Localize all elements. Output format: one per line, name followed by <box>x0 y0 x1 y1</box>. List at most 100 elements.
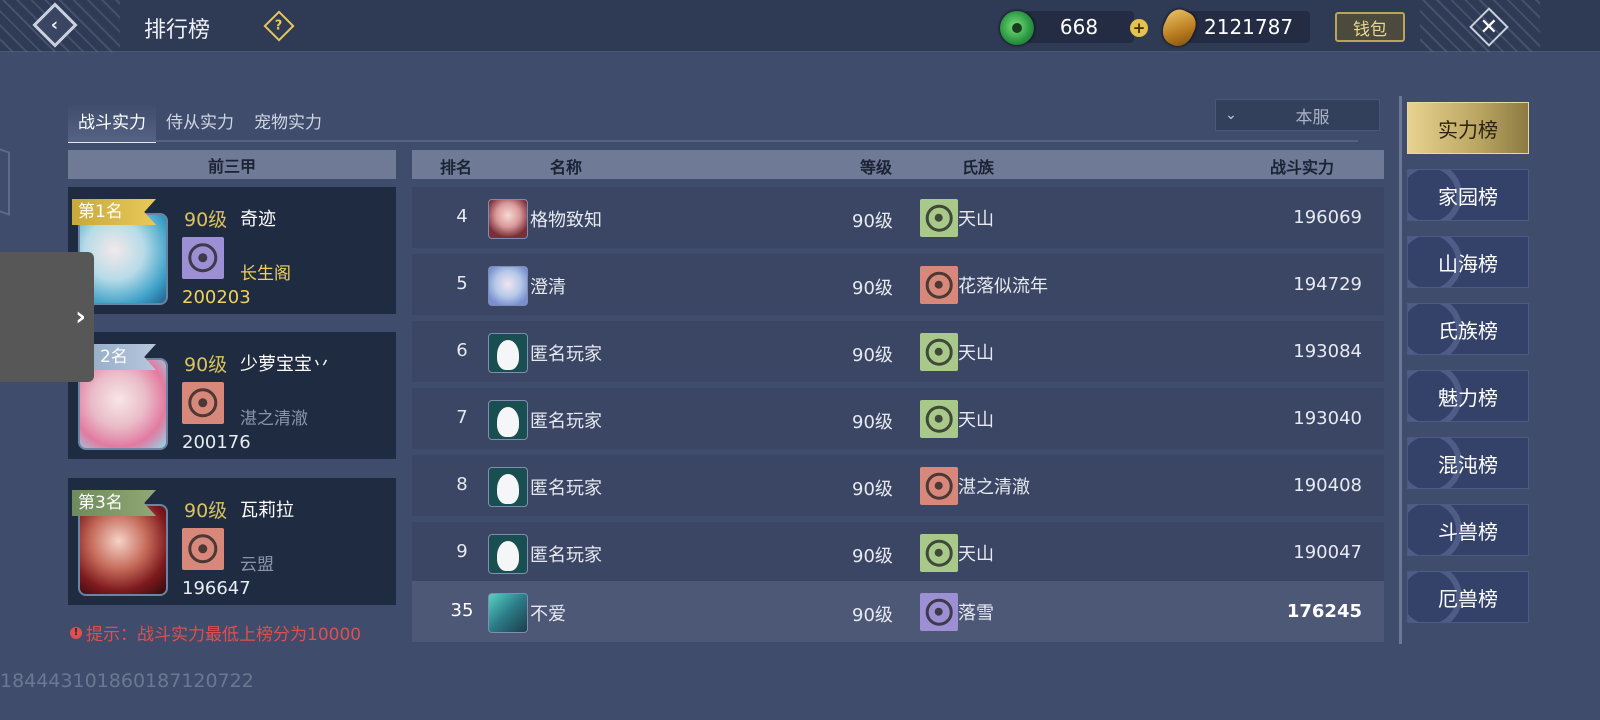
clan-badge-icon <box>920 333 958 371</box>
row-rank: 4 <box>456 206 468 227</box>
player-clan: 湛之清澈 <box>240 409 308 429</box>
side-nav-label: 山海榜 <box>1438 251 1498 276</box>
wallet-button[interactable]: 钱包 <box>1335 12 1405 42</box>
server-dropdown[interactable]: ⌄ 本服 <box>1215 99 1380 131</box>
player-name: 奇迹 <box>240 209 276 230</box>
player-level: 90级 <box>184 500 228 522</box>
row-name: 匿名玩家 <box>530 411 602 432</box>
tab-pet-power[interactable]: 宠物实力 <box>244 104 332 141</box>
side-nav-clan-rank[interactable]: 氏族榜 <box>1407 303 1529 355</box>
side-nav-power-rank[interactable]: 实力榜 <box>1407 102 1529 154</box>
table-row[interactable]: 5 澄清 90级 花落似流年 194729 <box>412 254 1384 315</box>
table-row[interactable]: 7 匿名玩家 90级 天山 193040 <box>412 388 1384 449</box>
row-rank: 35 <box>450 600 474 621</box>
clan-badge-icon <box>920 400 958 438</box>
side-nav-calamity-beast-rank[interactable]: 厄兽榜 <box>1407 571 1529 623</box>
column-header-name: 名称 <box>550 158 583 177</box>
side-drawer-toggle[interactable]: › <box>0 252 94 382</box>
clan-badge-icon <box>182 237 224 279</box>
row-clan: 湛之清澈 <box>958 477 1030 498</box>
row-level: 90级 <box>852 345 893 366</box>
player-power: 200176 <box>182 432 251 453</box>
column-header-power: 战斗实力 <box>1270 158 1335 177</box>
column-header-clan: 氏族 <box>962 158 995 177</box>
top3-card-2[interactable]: 2名 90级 少萝宝宝丷 湛之清澈 200176 <box>68 332 396 459</box>
jade-amount: 668 <box>1059 15 1099 39</box>
edge-decoration <box>0 143 10 217</box>
column-header-level: 等级 <box>860 158 893 177</box>
side-nav-label: 斗兽榜 <box>1438 519 1498 544</box>
player-avatar <box>488 266 528 306</box>
top3-header: 前三甲 <box>68 150 396 179</box>
top3-card-3[interactable]: 第3名 90级 瓦莉拉 云盟 196647 <box>68 478 396 605</box>
row-rank: 8 <box>456 474 468 495</box>
row-clan: 天山 <box>958 544 994 565</box>
row-level: 90级 <box>852 479 893 500</box>
side-nav-charm-rank[interactable]: 魅力榜 <box>1407 370 1529 422</box>
coin-amount: 2121787 <box>1204 15 1294 39</box>
back-button[interactable]: ‹ <box>30 2 80 48</box>
player-avatar <box>488 199 528 239</box>
tabs-divider <box>68 140 1358 142</box>
row-name: 匿名玩家 <box>530 545 602 566</box>
player-level: 90级 <box>184 209 228 231</box>
row-clan: 天山 <box>958 343 994 364</box>
side-nav-label: 厄兽榜 <box>1438 586 1498 611</box>
side-nav-chaos-rank[interactable]: 混沌榜 <box>1407 437 1529 489</box>
row-level: 90级 <box>852 211 893 232</box>
anonymous-avatar-icon <box>488 467 528 507</box>
tab-attendant-power[interactable]: 侍从实力 <box>156 104 244 141</box>
row-power: 193040 <box>1293 408 1362 429</box>
player-name: 瓦莉拉 <box>240 500 294 521</box>
top-bar: ‹ 排行榜 ? 668 + 2121787 钱包 ✕ <box>0 0 1600 52</box>
side-nav-home-rank[interactable]: 家园榜 <box>1407 169 1529 221</box>
clan-badge-icon <box>920 593 958 631</box>
add-currency-button[interactable]: + <box>1130 19 1148 37</box>
row-rank: 6 <box>456 340 468 361</box>
jade-icon <box>1000 11 1034 45</box>
player-level: 90级 <box>184 354 228 376</box>
player-power: 196647 <box>182 578 251 599</box>
side-nav-label: 家园榜 <box>1438 184 1498 209</box>
side-nav-divider <box>1399 96 1402 644</box>
row-rank: 9 <box>456 541 468 562</box>
row-name: 不爱 <box>530 604 566 625</box>
table-row[interactable]: 6 匿名玩家 90级 天山 193084 <box>412 321 1384 382</box>
question-icon: ? <box>275 18 283 34</box>
my-rank-row[interactable]: 35 不爱 90级 落雪 176245 <box>412 581 1384 642</box>
ranking-hint: ! 提示：战斗实力最低上榜分为10000 <box>70 620 361 645</box>
table-row[interactable]: 9 匿名玩家 90级 天山 190047 <box>412 522 1384 583</box>
row-rank: 5 <box>456 273 468 294</box>
help-button[interactable]: ? <box>263 10 295 42</box>
row-name: 格物致知 <box>530 210 602 231</box>
top3-card-1[interactable]: 第1名 90级 奇迹 长生阁 200203 <box>68 187 396 314</box>
tab-combat-power[interactable]: 战斗实力 <box>68 104 156 143</box>
anonymous-avatar-icon <box>488 400 528 440</box>
table-row[interactable]: 8 匿名玩家 90级 湛之清澈 190408 <box>412 455 1384 516</box>
player-clan: 云盟 <box>240 555 274 575</box>
rank-ribbon: 第1名 <box>72 199 156 225</box>
side-nav-beast-fight-rank[interactable]: 斗兽榜 <box>1407 504 1529 556</box>
row-level: 90级 <box>852 605 893 626</box>
clan-badge-icon <box>920 467 958 505</box>
row-level: 90级 <box>852 546 893 567</box>
row-power: 190047 <box>1293 542 1362 563</box>
server-dropdown-value: 本服 <box>1295 107 1330 128</box>
category-tabs: 战斗实力 侍从实力 宠物实力 <box>68 104 332 143</box>
clan-badge-icon <box>182 528 224 570</box>
close-button[interactable]: ✕ <box>1468 6 1510 48</box>
rank-ribbon: 第3名 <box>72 490 156 516</box>
ranking-hint-text: 提示：战斗实力最低上榜分为10000 <box>86 625 362 645</box>
table-row[interactable]: 4 格物致知 90级 天山 196069 <box>412 187 1384 248</box>
row-name: 匿名玩家 <box>530 478 602 499</box>
row-power: 176245 <box>1286 601 1362 622</box>
side-nav-shanhai-rank[interactable]: 山海榜 <box>1407 236 1529 288</box>
chevron-right-icon: › <box>75 302 86 332</box>
clan-badge-icon <box>182 382 224 424</box>
row-clan: 花落似流年 <box>958 276 1048 297</box>
row-clan: 天山 <box>958 410 994 431</box>
side-nav-label: 魅力榜 <box>1438 385 1498 410</box>
row-rank: 7 <box>456 407 468 428</box>
row-clan: 落雪 <box>958 603 994 624</box>
jade-currency: 668 <box>1024 11 1134 43</box>
